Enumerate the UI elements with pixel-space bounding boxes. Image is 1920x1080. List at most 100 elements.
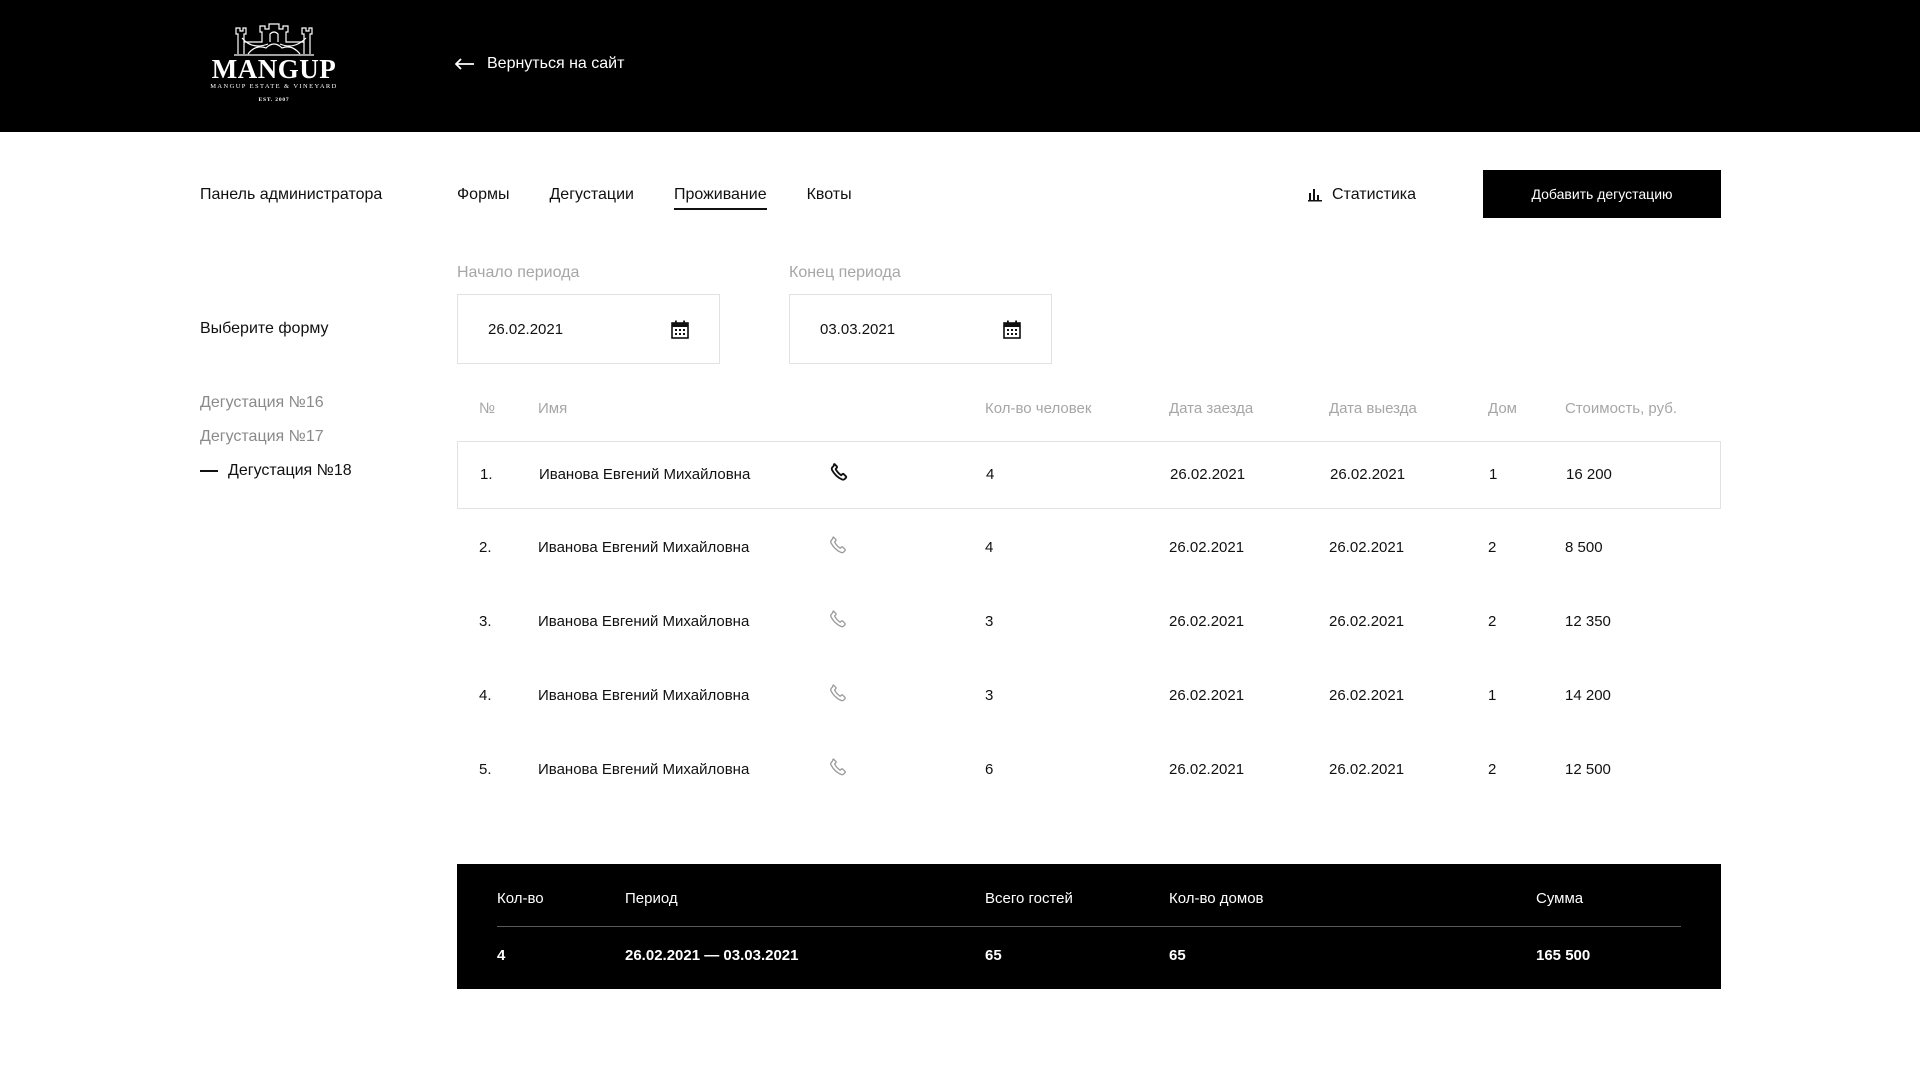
summary-divider xyxy=(497,926,1681,927)
summary-houses-value: 65 xyxy=(1169,947,1186,964)
back-to-site-link[interactable]: Вернуться на сайт xyxy=(455,55,624,73)
row-name: Иванова Евгений Михайловна xyxy=(538,761,750,778)
row-house: 1 xyxy=(1489,466,1498,483)
panel-title: Панель администратора xyxy=(200,186,383,203)
row-number: 4. xyxy=(479,687,492,704)
end-date-field[interactable]: 03.03.2021 xyxy=(789,294,1052,364)
table-row[interactable]: 4. Иванова Евгений Михайловна 3 26.02.20… xyxy=(457,663,1721,731)
summary-qty-value: 4 xyxy=(497,947,506,964)
summary-period-label: Период xyxy=(625,890,678,907)
end-date-filter: Конец периода 03.03.2021 xyxy=(789,264,1052,364)
logo-established: EST. 2007 xyxy=(258,97,290,103)
logo-subtitle: MANGUP ESTATE & VINEYARD xyxy=(210,83,338,90)
header-name: Имя xyxy=(538,400,568,417)
row-house: 1 xyxy=(1488,687,1497,704)
statistics-label: Статистика xyxy=(1332,186,1417,203)
row-people: 4 xyxy=(986,466,995,483)
table-row[interactable]: 2. Иванова Евгений Михайловна 4 26.02.20… xyxy=(457,515,1721,583)
tab-forms[interactable]: Формы xyxy=(457,186,509,210)
summary-houses-label: Кол-во домов xyxy=(1169,890,1264,907)
summary-sum-label: Сумма xyxy=(1536,890,1584,907)
row-cost: 12 350 xyxy=(1565,613,1611,630)
summary-guests-value: 65 xyxy=(985,947,1002,964)
arrow-left-icon xyxy=(455,58,474,70)
add-tasting-button[interactable]: Добавить дегустацию xyxy=(1483,170,1721,218)
form-item-label: Дегустация №18 xyxy=(228,462,352,479)
table-row[interactable]: 3. Иванова Евгений Михайловна 3 26.02.20… xyxy=(457,589,1721,657)
row-number: 1. xyxy=(480,466,493,483)
header-checkout: Дата выезда xyxy=(1329,400,1417,417)
form-item-17[interactable]: Дегустация №17 xyxy=(200,420,352,454)
phone-icon[interactable] xyxy=(828,683,848,707)
summary-panel: Кол-во Период Всего гостей Кол-во домов … xyxy=(457,864,1721,989)
row-cost: 12 500 xyxy=(1565,761,1611,778)
header-people: Кол-во человек xyxy=(985,400,1092,417)
row-checkout: 26.02.2021 xyxy=(1330,466,1406,483)
start-date-field[interactable]: 26.02.2021 xyxy=(457,294,720,364)
row-number: 5. xyxy=(479,761,492,778)
phone-icon[interactable] xyxy=(829,462,849,486)
summary-guests-label: Всего гостей xyxy=(985,890,1073,907)
row-checkin: 26.02.2021 xyxy=(1169,761,1245,778)
top-bar: MANGUP MANGUP ESTATE & VINEYARD EST. 200… xyxy=(0,0,1920,132)
main-tabs: Формы Дегустации Проживание Квоты xyxy=(457,186,852,210)
row-people: 3 xyxy=(985,613,994,630)
phone-icon[interactable] xyxy=(828,609,848,633)
row-checkout: 26.02.2021 xyxy=(1329,613,1405,630)
row-checkin: 26.02.2021 xyxy=(1169,687,1245,704)
row-people: 6 xyxy=(985,761,994,778)
tab-accommodation[interactable]: Проживание xyxy=(673,186,767,210)
row-cost: 8 500 xyxy=(1565,539,1603,556)
row-checkin: 26.02.2021 xyxy=(1169,613,1245,630)
form-item-label: Дегустация №16 xyxy=(200,394,324,411)
form-item-18[interactable]: Дегустация №18 xyxy=(200,454,352,488)
summary-sum-value: 165 500 xyxy=(1536,947,1591,964)
row-name: Иванова Евгений Михайловна xyxy=(538,613,750,630)
active-dash-icon xyxy=(200,470,218,472)
row-name: Иванова Евгений Михайловна xyxy=(538,539,750,556)
row-checkout: 26.02.2021 xyxy=(1329,539,1405,556)
row-house: 2 xyxy=(1488,539,1497,556)
tab-quotas[interactable]: Квоты xyxy=(807,186,852,210)
form-list: Дегустация №16 Дегустация №17 Дегустация… xyxy=(200,386,352,488)
phone-icon[interactable] xyxy=(828,535,848,559)
row-number: 3. xyxy=(479,613,492,630)
logo-name: MANGUP xyxy=(211,54,337,84)
row-house: 2 xyxy=(1488,761,1497,778)
row-people: 4 xyxy=(985,539,994,556)
row-checkin: 26.02.2021 xyxy=(1170,466,1246,483)
row-house: 2 xyxy=(1488,613,1497,630)
back-link-label: Вернуться на сайт xyxy=(487,55,625,72)
calendar-icon[interactable] xyxy=(1003,320,1021,339)
row-cost: 16 200 xyxy=(1566,466,1612,483)
row-checkout: 26.02.2021 xyxy=(1329,687,1405,704)
statistics-link[interactable]: Статистика xyxy=(1308,186,1416,204)
summary-qty-label: Кол-во xyxy=(497,890,544,907)
row-name: Иванова Евгений Михайловна xyxy=(538,687,750,704)
row-checkin: 26.02.2021 xyxy=(1169,539,1245,556)
choose-form-heading: Выберите форму xyxy=(200,320,329,337)
row-cost: 14 200 xyxy=(1565,687,1611,704)
end-date-value: 03.03.2021 xyxy=(820,320,896,338)
phone-icon[interactable] xyxy=(828,757,848,781)
row-checkout: 26.02.2021 xyxy=(1329,761,1405,778)
header-number: № xyxy=(479,400,496,417)
row-name: Иванова Евгений Михайловна xyxy=(539,466,751,483)
table-row[interactable]: 1. Иванова Евгений Михайловна 4 26.02.20… xyxy=(457,441,1721,509)
table-row[interactable]: 5. Иванова Евгений Михайловна 6 26.02.20… xyxy=(457,737,1721,805)
header-cost: Стоимость, руб. xyxy=(1565,400,1678,417)
row-number: 2. xyxy=(479,539,492,556)
bar-chart-icon xyxy=(1308,189,1322,202)
castle-icon xyxy=(234,23,314,56)
mangup-logo[interactable]: MANGUP MANGUP ESTATE & VINEYARD EST. 200… xyxy=(199,20,349,112)
form-item-label: Дегустация №17 xyxy=(200,428,324,445)
tab-tastings[interactable]: Дегустации xyxy=(549,186,633,210)
header-checkin: Дата заезда xyxy=(1169,400,1254,417)
calendar-icon[interactable] xyxy=(671,320,689,339)
form-item-16[interactable]: Дегустация №16 xyxy=(200,386,352,420)
start-date-label: Начало периода xyxy=(457,264,580,281)
start-date-filter: Начало периода 26.02.2021 xyxy=(457,264,720,364)
start-date-value: 26.02.2021 xyxy=(488,320,564,338)
row-people: 3 xyxy=(985,687,994,704)
end-date-label: Конец периода xyxy=(789,264,901,281)
